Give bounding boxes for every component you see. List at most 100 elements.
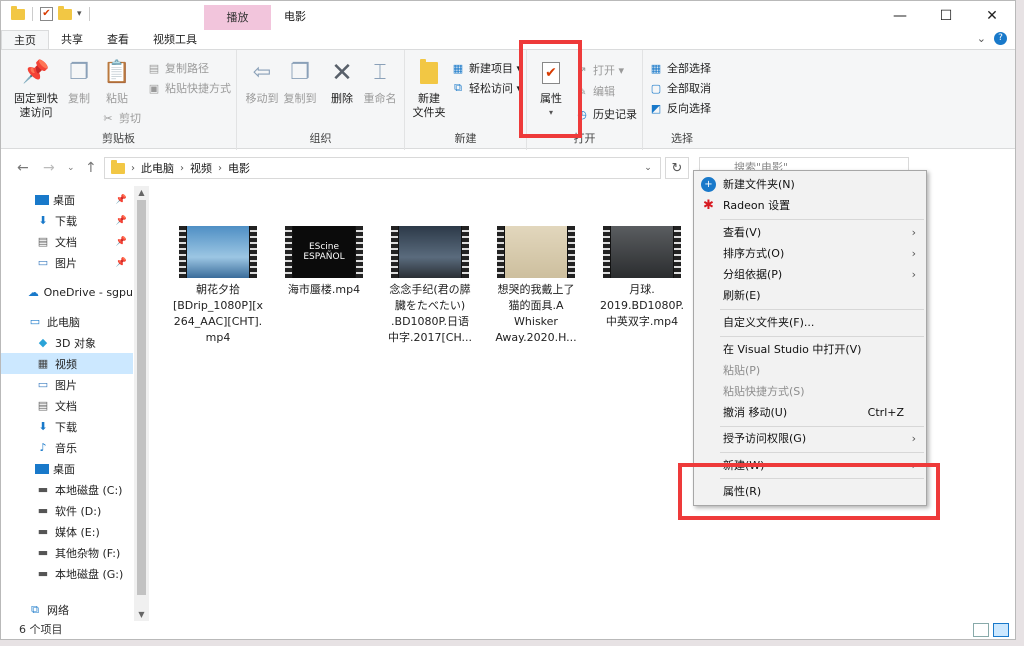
- customize-qat-icon[interactable]: ▾: [77, 9, 82, 19]
- copy-label: 复制: [68, 92, 90, 105]
- nav-item-desktop-pinned[interactable]: 桌面 📌: [1, 189, 133, 210]
- menu-item-sort[interactable]: 排序方式(O) ›: [694, 243, 926, 264]
- copy-to-button[interactable]: ❐ 复制到: [281, 58, 319, 106]
- nav-item-drive-f[interactable]: ▬ 其他杂物 (F:): [1, 542, 133, 563]
- nav-item-documents[interactable]: ▤ 文档: [1, 395, 133, 416]
- nav-item-onedrive[interactable]: ☁ OneDrive - sgpu: [1, 282, 133, 303]
- select-group-label: 选择: [671, 132, 693, 145]
- tab-play-context[interactable]: 播放: [204, 5, 271, 30]
- refresh-icon[interactable]: ↻: [665, 157, 689, 179]
- copy-button[interactable]: ❐ 复制: [63, 58, 95, 106]
- tab-home[interactable]: 主页: [1, 30, 49, 50]
- nav-item-network[interactable]: ⧉ 网络: [1, 599, 133, 620]
- menu-item-label: 新建文件夹(N): [723, 178, 795, 191]
- invert-selection-label: 反向选择: [667, 102, 711, 115]
- paste-shortcut-button[interactable]: ▣ 粘贴快捷方式: [147, 80, 231, 96]
- menu-item-new-folder[interactable]: + 新建文件夹(N): [694, 174, 926, 195]
- address-dropdown-icon[interactable]: ⌄: [637, 158, 659, 178]
- breadcrumb-chevron-icon[interactable]: ›: [131, 163, 135, 174]
- file-item[interactable]: 念念手纪(君の膵 臓をたべたい) .BD1080P.日语 中字.2017[CH.…: [376, 226, 484, 346]
- breadcrumb-videos[interactable]: 视频: [190, 160, 212, 176]
- pin-quick-access-button[interactable]: 📌 固定到快 速访问: [11, 58, 61, 120]
- submenu-arrow-icon: ›: [911, 226, 916, 239]
- close-button[interactable]: ✕: [969, 1, 1015, 30]
- maximize-button[interactable]: ☐: [923, 1, 969, 30]
- nav-item-downloads[interactable]: ⬇ 下载: [1, 416, 133, 437]
- new-folder-button[interactable]: 新建 文件夹: [409, 58, 449, 120]
- up-arrow-icon[interactable]: ↑: [85, 160, 97, 176]
- nav-item-drive-c[interactable]: ▬ 本地磁盘 (C:): [1, 479, 133, 500]
- invert-selection-button[interactable]: ◩ 反向选择: [649, 100, 711, 116]
- nav-item-downloads-pinned[interactable]: ⬇ 下载 📌: [1, 210, 133, 231]
- breadcrumb-this-pc[interactable]: 此电脑: [141, 160, 174, 176]
- recent-locations-icon[interactable]: ⌄: [67, 163, 75, 173]
- address-bar[interactable]: › 此电脑 › 视频 › 电影: [104, 157, 661, 179]
- rename-button[interactable]: ⌶ 重命名: [361, 58, 399, 106]
- nav-item-pictures-pinned[interactable]: ▭ 图片 📌: [1, 252, 133, 273]
- menu-item-customize-folder[interactable]: 自定义文件夹(F)...: [694, 312, 926, 333]
- submenu-arrow-icon: ›: [911, 432, 916, 445]
- new-item-button[interactable]: ▦ 新建项目 ▾: [451, 60, 522, 76]
- nav-item-3d-objects[interactable]: ◆ 3D 对象: [1, 332, 133, 353]
- nav-item-drive-e[interactable]: ▬ 媒体 (E:): [1, 521, 133, 542]
- scroll-down-icon[interactable]: ▼: [134, 610, 149, 619]
- details-view-icon[interactable]: [973, 623, 989, 637]
- help-icon[interactable]: ?: [994, 32, 1007, 45]
- scrollbar-thumb[interactable]: [137, 200, 146, 595]
- rename-icon: ⌶: [373, 60, 387, 85]
- menu-item-group-by[interactable]: 分组依据(P) ›: [694, 264, 926, 285]
- open-button[interactable]: ↗ 打开 ▾: [575, 62, 624, 78]
- nav-item-videos[interactable]: ▦ 视频: [1, 353, 133, 374]
- nav-item-this-pc[interactable]: ▭ 此电脑: [1, 311, 133, 332]
- file-item[interactable]: 朝花夕拾 [BDrip_1080P][x 264_AAC][CHT]. mp4: [164, 226, 272, 346]
- menu-item-grant-access[interactable]: 授予访问权限(G) ›: [694, 428, 926, 449]
- breadcrumb-chevron-icon[interactable]: ›: [180, 163, 184, 174]
- toolbar-separator: [32, 7, 33, 21]
- easy-access-button[interactable]: ⧉ 轻松访问 ▾: [451, 80, 522, 96]
- breadcrumb-movies[interactable]: 电影: [228, 160, 250, 176]
- tab-video-tools[interactable]: 视频工具: [141, 30, 209, 50]
- nav-item-pictures[interactable]: ▭ 图片: [1, 374, 133, 395]
- history-button[interactable]: ◷ 历史记录: [575, 106, 637, 122]
- nav-item-desktop[interactable]: 桌面: [1, 458, 133, 479]
- cut-button[interactable]: ✂ 剪切: [101, 110, 141, 126]
- tab-share[interactable]: 共享: [49, 30, 95, 50]
- menu-item-radeon[interactable]: ✱ Radeon 设置: [694, 195, 926, 216]
- expand-ribbon-icon[interactable]: ⌄: [977, 32, 986, 45]
- nav-label: 下载: [55, 420, 77, 434]
- menu-item-open-visual-studio[interactable]: 在 Visual Studio 中打开(V): [694, 339, 926, 360]
- video-thumbnail: [603, 226, 681, 278]
- file-item[interactable]: 月球. 2019.BD1080P. 中英双字.mp4: [588, 226, 696, 330]
- menu-item-undo-move[interactable]: 撤消 移动(U) Ctrl+Z: [694, 402, 926, 423]
- scroll-up-icon[interactable]: ▲: [134, 188, 149, 197]
- back-arrow-icon[interactable]: ←: [17, 160, 29, 176]
- ribbon-tabs: 文件 主页 共享 查看 视频工具: [1, 30, 1015, 86]
- properties-qat-icon[interactable]: ✔: [40, 7, 53, 21]
- delete-button[interactable]: ✕ 删除: [327, 58, 357, 106]
- nav-item-documents-pinned[interactable]: ▤ 文档 📌: [1, 231, 133, 252]
- file-item[interactable]: EScine ESPAÑOL 海市蜃楼.mp4: [270, 226, 378, 298]
- select-all-button[interactable]: ▦ 全部选择: [649, 60, 711, 76]
- nav-label: 媒体 (E:): [55, 525, 100, 539]
- new-folder-qat-icon[interactable]: [58, 5, 72, 20]
- breadcrumb-chevron-icon[interactable]: ›: [218, 163, 222, 174]
- nav-scrollbar[interactable]: ▲ ▼: [134, 186, 149, 621]
- new-folder-icon: [414, 58, 444, 88]
- move-to-button[interactable]: ⇦ 移动到: [243, 58, 281, 106]
- paste-shortcut-icon: ▣: [148, 81, 160, 95]
- network-icon: ⧉: [31, 602, 39, 616]
- file-item[interactable]: 想哭的我戴上了 猫的面具.A Whisker Away.2020.H...: [482, 226, 590, 346]
- minimize-button[interactable]: —: [877, 1, 923, 30]
- copy-path-button[interactable]: ▤ 复制路径: [147, 60, 209, 76]
- menu-item-view[interactable]: 查看(V) ›: [694, 222, 926, 243]
- select-none-button[interactable]: ▢ 全部取消: [649, 80, 711, 96]
- menu-item-refresh[interactable]: 刷新(E): [694, 285, 926, 306]
- tab-view[interactable]: 查看: [95, 30, 141, 50]
- forward-arrow-icon[interactable]: →: [43, 160, 55, 176]
- nav-item-drive-d[interactable]: ▬ 软件 (D:): [1, 500, 133, 521]
- paste-button[interactable]: 📋 粘贴: [101, 58, 133, 106]
- film-strip: [674, 226, 681, 278]
- nav-item-music[interactable]: ♪ 音乐: [1, 437, 133, 458]
- large-icons-view-icon[interactable]: [993, 623, 1009, 637]
- nav-item-drive-g[interactable]: ▬ 本地磁盘 (G:): [1, 563, 133, 584]
